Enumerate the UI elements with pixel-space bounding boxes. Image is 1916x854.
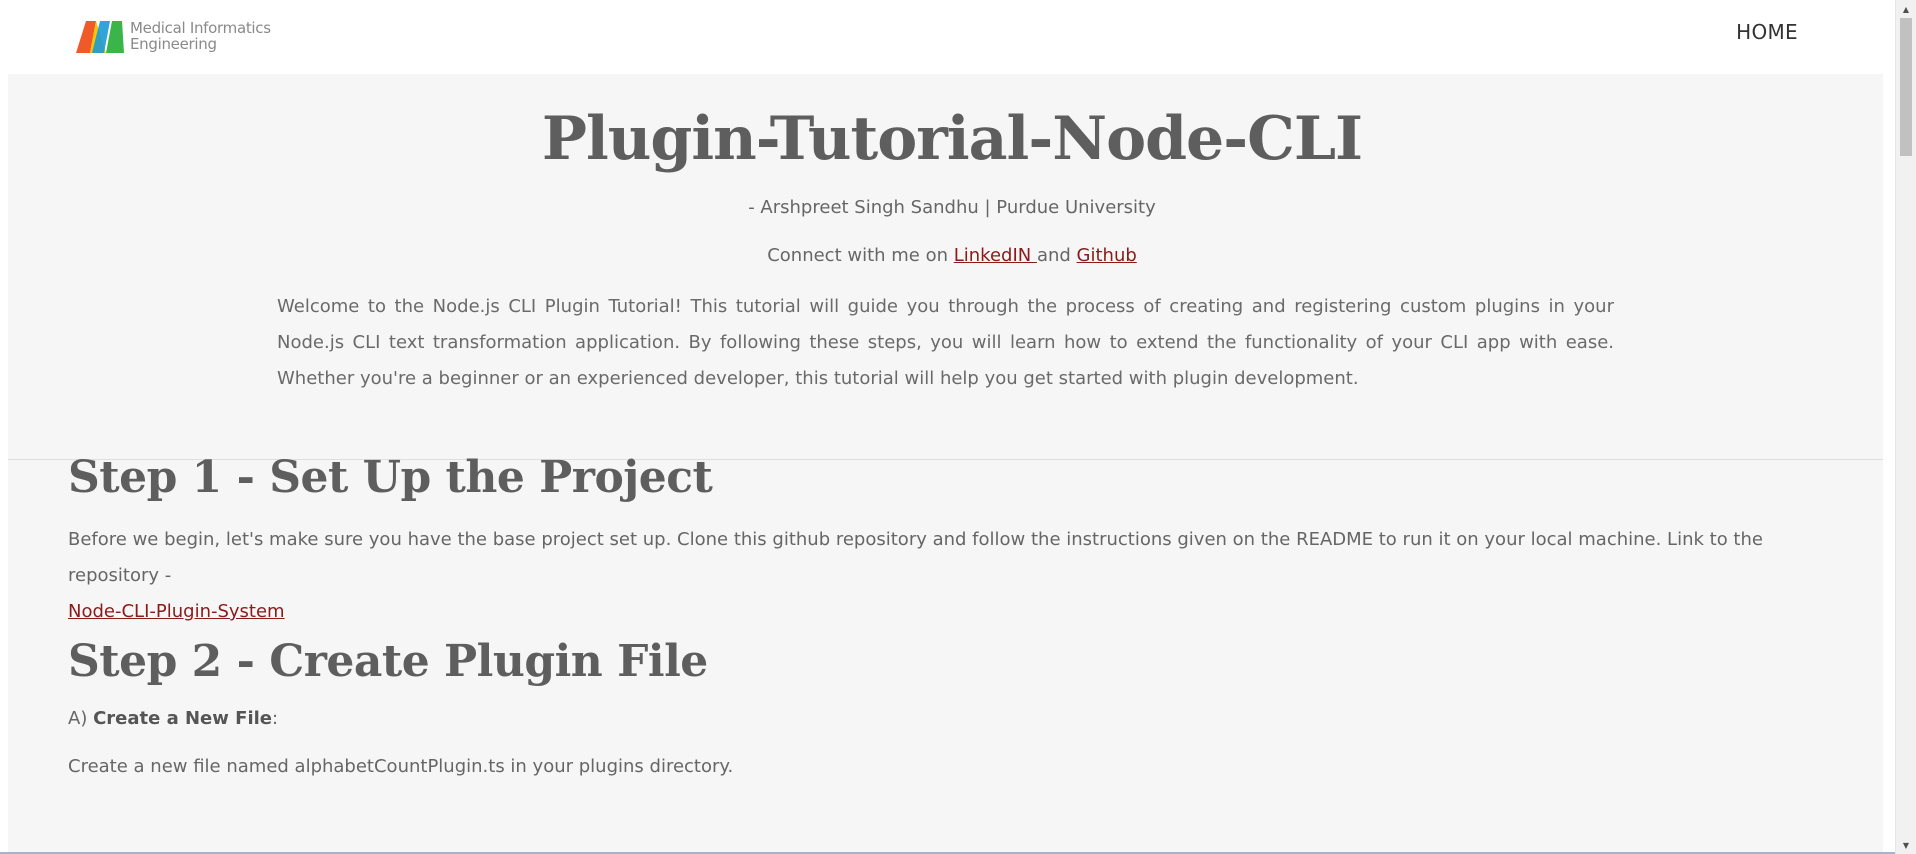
step2-a-line: A) Create a New File: [68, 708, 278, 729]
intro-section: Plugin-Tutorial-Node-CLI - Arshpreet Sin… [8, 74, 1883, 460]
scrollbar-thumb[interactable] [1900, 18, 1912, 156]
step2-a-bold: Create a New File [93, 708, 273, 729]
step2-a-suffix: : [272, 708, 279, 729]
step1-heading: Step 1 - Set Up the Project [68, 452, 713, 503]
step2-a-prefix: A) [68, 708, 94, 729]
logo-line2: Engineering [130, 35, 217, 53]
logo-text: Medical Informatics Engineering [130, 20, 271, 52]
step1-text: Before we begin, let's make sure you hav… [68, 529, 1763, 586]
logo-line1: Medical Informatics [130, 19, 271, 37]
github-link[interactable]: Github [1077, 245, 1137, 266]
connect-prefix: Connect with me on [767, 245, 954, 266]
scroll-down-arrow-icon[interactable]: ▼ [1896, 836, 1916, 854]
linkedin-link[interactable]: LinkedIN [954, 245, 1037, 266]
nav-home-link[interactable]: HOME [1736, 20, 1798, 44]
logo-mark-icon [76, 21, 124, 53]
connect-mid: and [1036, 245, 1077, 266]
repository-link[interactable]: Node-CLI-Plugin-System [68, 601, 285, 622]
step1-paragraph: Before we begin, let's make sure you hav… [68, 522, 1818, 630]
connect-line: Connect with me on LinkedIN and Github [8, 245, 1883, 266]
browser-viewport: Medical Informatics Engineering HOME Plu… [0, 0, 1916, 854]
author-line: - Arshpreet Singh Sandhu | Purdue Univer… [748, 197, 1156, 218]
site-header: Medical Informatics Engineering HOME [0, 0, 1896, 74]
scroll-up-arrow-icon[interactable]: ▲ [1896, 0, 1916, 18]
vertical-scrollbar[interactable]: ▲ ▼ [1895, 0, 1916, 854]
step2-create-line: Create a new file named alphabetCountPlu… [68, 756, 734, 777]
page-title: Plugin-Tutorial-Node-CLI [541, 104, 1363, 174]
step2-heading: Step 2 - Create Plugin File [68, 636, 708, 687]
welcome-paragraph: Welcome to the Node.js CLI Plugin Tutori… [277, 296, 1614, 389]
site-logo[interactable]: Medical Informatics Engineering [76, 18, 271, 54]
